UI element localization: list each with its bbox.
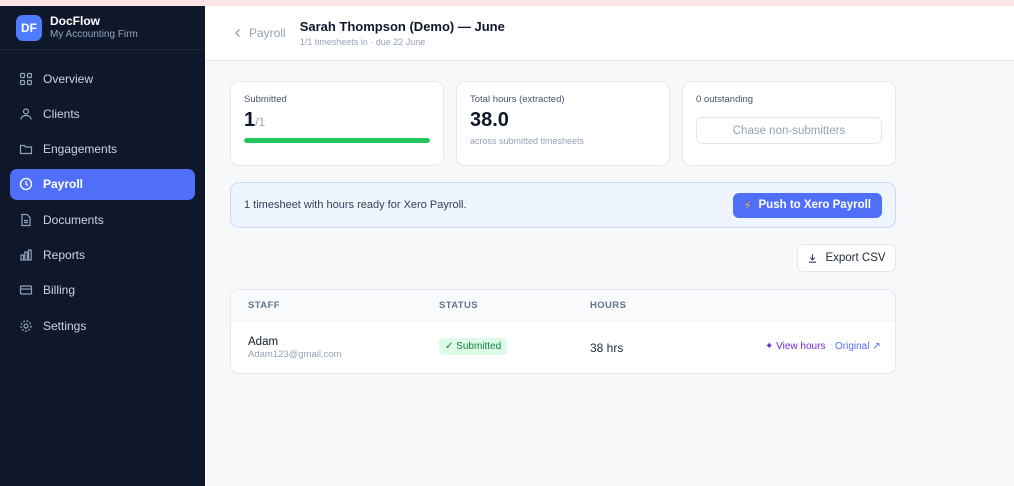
sidebar-item-label: Clients	[43, 106, 80, 121]
push-label: Push to Xero Payroll	[758, 199, 871, 211]
view-hours-link[interactable]: ✦ View hours	[765, 341, 825, 352]
sidebar-item-documents[interactable]: Documents	[10, 204, 195, 235]
total-hours: 38.0	[470, 109, 509, 131]
card-label: Total hours (extracted)	[470, 94, 565, 105]
page-header: Payroll Sarah Thompson (Demo) — June 1/1…	[205, 6, 1014, 61]
submitted-count: 1/1	[244, 109, 266, 131]
sidebar-item-label: Payroll	[43, 177, 84, 192]
page-subtitle: 1/1 timesheets in · due 22 June	[299, 36, 426, 47]
sidebar-item-reports[interactable]: Reports	[10, 239, 195, 270]
staff-name: Adam	[248, 336, 279, 348]
sidebar-item-label: Reports	[43, 247, 86, 262]
progress-fill	[244, 138, 430, 143]
download-icon	[809, 253, 817, 263]
sidebar-item-label: Billing	[43, 283, 76, 298]
card-label: 0 outstanding	[696, 94, 754, 105]
sidebar-item-clients[interactable]: Clients	[10, 98, 195, 129]
sidebar-item-label: Settings	[43, 318, 87, 333]
grid-icon	[19, 72, 33, 86]
sidebar-item-billing[interactable]: Billing	[10, 275, 195, 306]
main-content: Payroll Sarah Thompson (Demo) — June 1/1…	[205, 6, 1014, 486]
hours-value: 38 hrs	[590, 341, 624, 355]
sidebar-item-payroll[interactable]: Payroll	[10, 168, 195, 200]
hours-note: across submitted timesheets	[470, 136, 585, 146]
outstanding-card: 0 outstanding Chase non-submitters	[682, 81, 896, 166]
push-to-xero-button[interactable]: ⚡ Push to Xero Payroll	[732, 192, 882, 218]
firm-name: My Accounting Firm	[50, 29, 138, 40]
table-row[interactable]: Adam Adam123@gmail.com ✓ Submitted 38 hr…	[231, 322, 895, 373]
card-label: Submitted	[244, 94, 287, 105]
timesheet-table: STAFF STATUS HOURS Adam Adam123@gmail.co…	[230, 289, 896, 374]
staff-email: Adam123@gmail.com	[248, 349, 342, 360]
chase-non-submitters-button[interactable]: Chase non-submitters	[696, 117, 882, 144]
page-title: Sarah Thompson (Demo) — June	[299, 18, 505, 34]
bar-chart-icon	[19, 248, 33, 262]
document-icon	[19, 213, 33, 227]
lightning-icon: ⚡	[743, 199, 752, 212]
xero-banner: 1 timesheet with hours ready for Xero Pa…	[230, 182, 896, 228]
banner-text: 1 timesheet with hours ready for Xero Pa…	[244, 199, 467, 211]
hours-card: Total hours (extracted) 38.0 across subm…	[456, 81, 670, 166]
card-icon	[19, 283, 33, 297]
folder-icon	[19, 142, 33, 156]
column-header-hours: HOURS	[590, 300, 627, 311]
export-label: Export CSV	[825, 252, 886, 264]
sidebar-item-engagements[interactable]: Engagements	[10, 134, 195, 165]
sidebar-nav: Overview Clients Engagements Payroll Doc…	[0, 50, 205, 341]
sidebar-item-settings[interactable]: Settings	[10, 310, 195, 341]
sidebar-item-label: Documents	[43, 212, 104, 227]
gear-icon	[19, 319, 33, 333]
export-csv-button[interactable]: Export CSV	[797, 244, 896, 272]
clock-icon	[19, 177, 33, 191]
sidebar-item-label: Engagements	[43, 142, 118, 157]
back-label: Payroll	[249, 26, 286, 40]
users-icon	[19, 107, 33, 121]
sidebar-item-label: Overview	[43, 71, 94, 86]
column-header-staff: STAFF	[248, 300, 280, 311]
brand[interactable]: DF DocFlow My Accounting Firm	[0, 6, 205, 50]
summary-cards: Submitted 1/1 Total hours (extracted) 38…	[230, 81, 896, 166]
chevron-left-icon	[235, 29, 240, 37]
brand-logo: DF	[16, 14, 42, 41]
sidebar-item-overview[interactable]: Overview	[10, 63, 195, 94]
submitted-card: Submitted 1/1	[230, 81, 444, 166]
sidebar: DF DocFlow My Accounting Firm Overview C…	[0, 6, 205, 486]
column-header-status: STATUS	[439, 300, 478, 311]
submitted-progress-bar	[244, 138, 430, 143]
back-link[interactable]: Payroll	[233, 26, 286, 40]
status-badge: ✓ Submitted	[439, 338, 508, 355]
table-header: STAFF STATUS HOURS	[231, 290, 895, 322]
brand-name: DocFlow	[50, 14, 100, 28]
original-link[interactable]: Original ↗	[835, 341, 881, 352]
